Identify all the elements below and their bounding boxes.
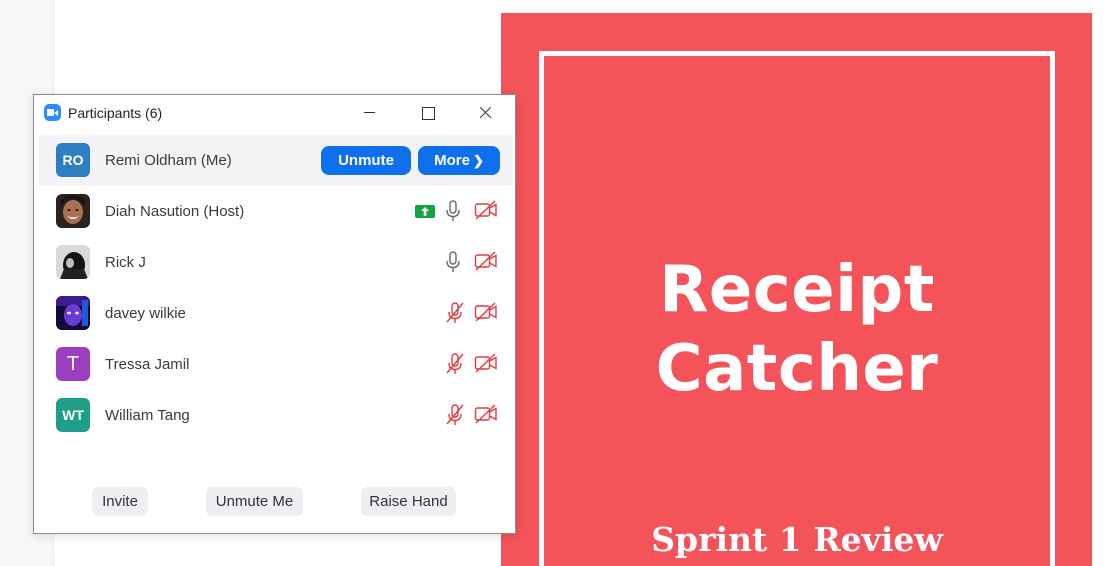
participant-row[interactable]: Rick J [34,237,515,288]
maximize-button[interactable] [412,101,442,125]
more-button-label: More [434,152,470,169]
zoom-app-icon [44,104,61,121]
chevron-right-icon: ❯ [472,153,484,168]
minimize-button[interactable] [354,101,384,125]
microphone-muted-icon[interactable] [445,403,465,432]
raise-hand-button[interactable]: Raise Hand [361,487,456,516]
participant-row[interactable]: davey wilkie [34,288,515,339]
invite-button[interactable]: Invite [92,487,148,516]
microphone-muted-icon[interactable] [445,352,465,381]
participant-name: Rick J [105,254,146,271]
slide-title-line-2: Catcher [655,332,939,406]
microphone-muted-icon[interactable] [445,301,465,330]
participants-window: Participants (6) RO Remi Oldham (Me) Unm… [33,94,516,534]
participants-footer: Invite Unmute Me Raise Hand [34,487,515,517]
video-off-icon[interactable] [474,301,498,328]
microphone-icon[interactable] [445,199,461,228]
video-off-icon[interactable] [474,403,498,430]
avatar-photo [56,194,90,228]
shared-slide: Receipt Catcher Sprint 1 Review [501,13,1092,566]
microphone-icon[interactable] [445,250,461,279]
video-off-icon[interactable] [474,199,498,226]
video-off-icon[interactable] [474,352,498,379]
slide-title-line-1: Receipt [659,253,935,327]
slide-subtitle: Sprint 1 Review [651,520,943,559]
slide-title: Receipt Catcher [544,251,1050,409]
participant-name: Diah Nasution (Host) [105,203,245,220]
avatar: WT [56,398,90,432]
participant-name: Tressa Jamil [105,356,190,373]
video-off-icon[interactable] [474,250,498,277]
unmute-button[interactable]: Unmute [321,146,411,175]
more-button[interactable]: More ❯ [418,146,500,175]
screen-share-icon [415,205,435,218]
participant-name: davey wilkie [105,305,186,322]
title-bar[interactable]: Participants (6) [34,95,515,131]
avatar-photo [56,245,90,279]
participant-row[interactable]: Diah Nasution (Host) [34,186,515,237]
avatar-photo [56,296,90,330]
slide-frame: Receipt Catcher Sprint 1 Review [539,51,1055,566]
participant-row[interactable]: T Tressa Jamil [34,339,515,390]
participant-name: William Tang [105,407,190,424]
participant-row-me[interactable]: RO Remi Oldham (Me) Unmute More ❯ [38,135,513,186]
avatar: T [56,347,90,381]
participant-row[interactable]: WT William Tang [34,390,515,441]
avatar: RO [56,143,90,177]
participant-list: RO Remi Oldham (Me) Unmute More ❯ Diah Na… [34,135,515,441]
participant-name: Remi Oldham (Me) [105,152,232,169]
unmute-me-button[interactable]: Unmute Me [206,487,303,516]
window-title: Participants (6) [68,105,163,121]
close-button[interactable] [470,101,500,125]
